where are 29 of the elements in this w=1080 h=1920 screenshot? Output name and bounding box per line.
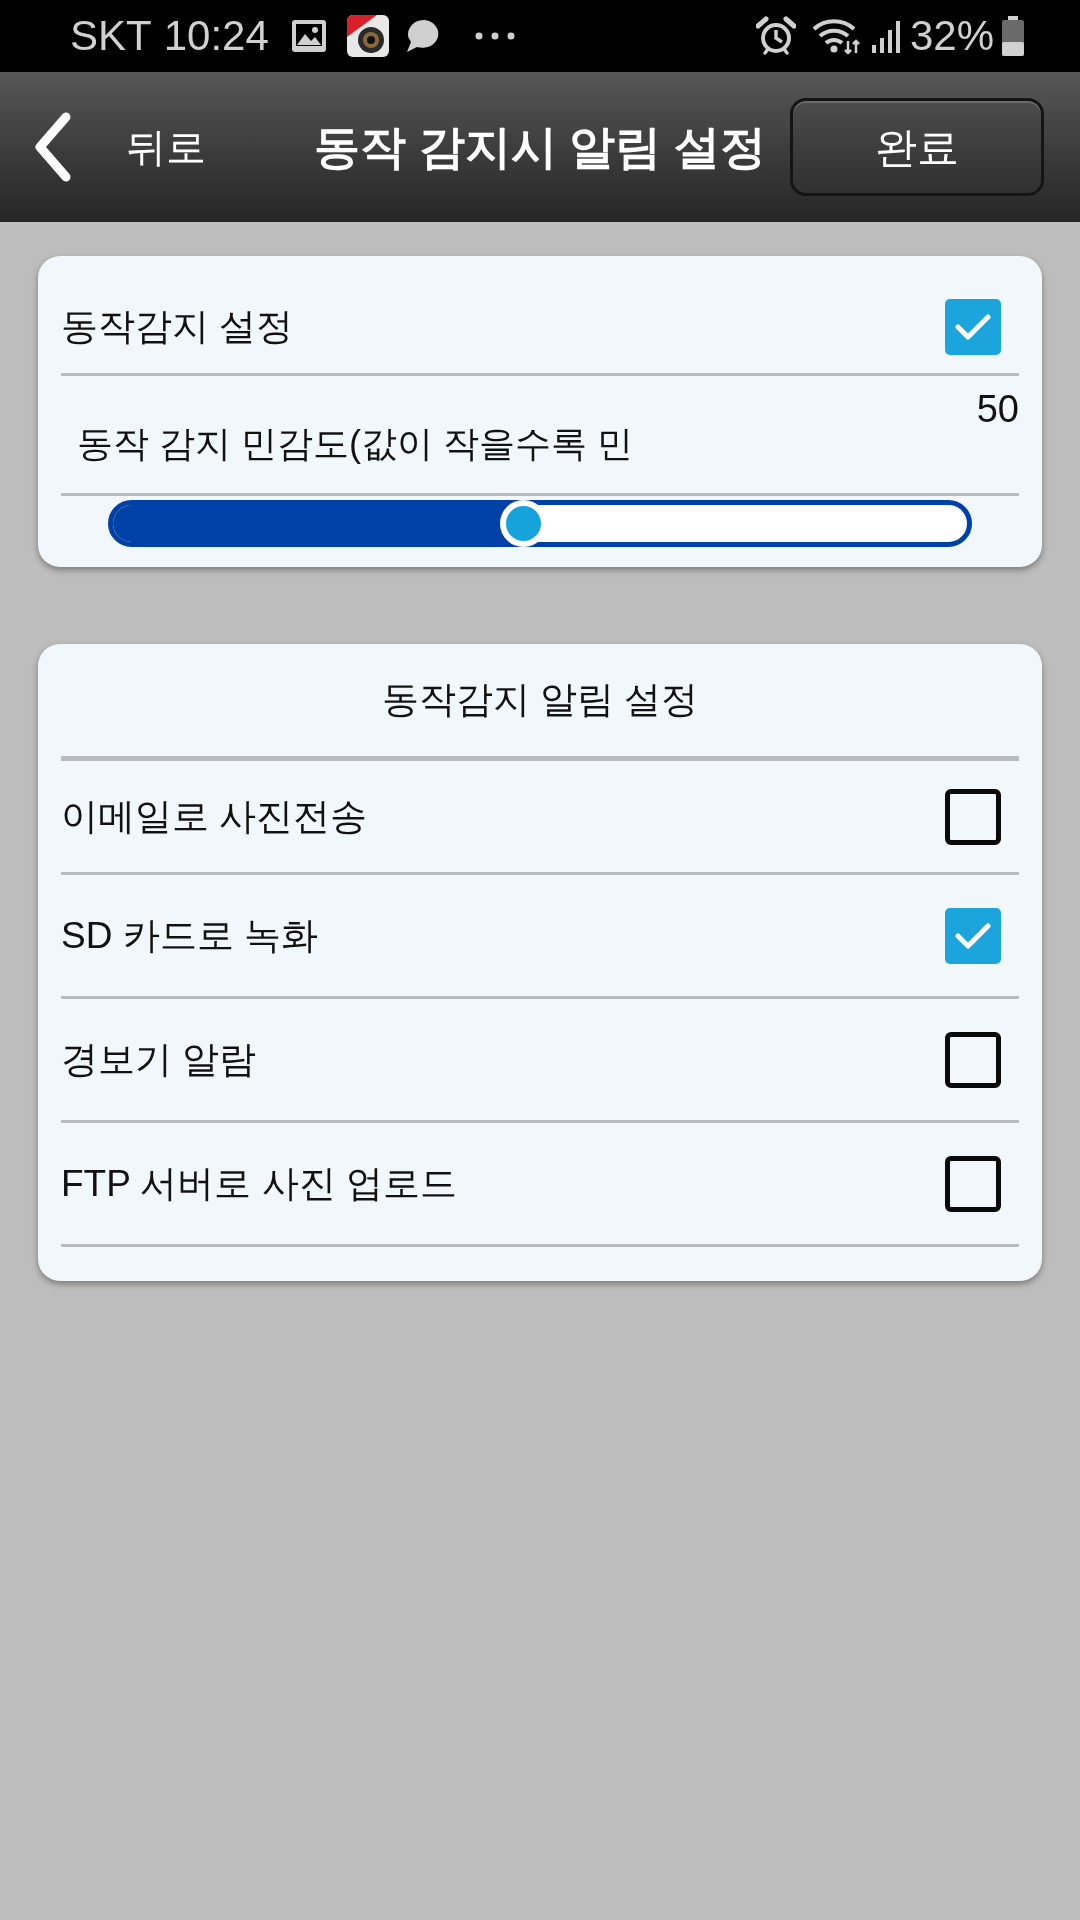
signal-icon [871,19,900,53]
page-title: 동작 감지시 알림 설정 [313,119,767,175]
alarm-icon [755,16,796,56]
checkbox[interactable] [945,1155,1001,1212]
checkbox[interactable] [945,298,1001,355]
section-title: 동작감지 알림 설정 [381,678,699,723]
slider-track[interactable] [108,500,972,547]
option-label: 이메일로 사진전송 [61,794,368,839]
option-label: FTP 서버로 사진 업로드 [61,1161,458,1206]
image-icon [290,19,327,53]
battery-icon [1002,16,1024,56]
option-label: 동작감지 설정 [61,304,294,349]
carrier-text: SKT [70,15,152,57]
check-icon [955,921,991,950]
checkbox[interactable] [945,1031,1001,1088]
wifi-icon [811,17,860,55]
check-icon [955,312,991,341]
option-label: 경보기 알람 [61,1037,257,1082]
sensitivity-label: 동작 감지 민감도(값이 작을수록 민 [77,422,633,466]
checkbox[interactable] [945,788,1001,845]
clock-text: 10:24 [163,15,269,57]
option-label: SD 카드로 녹화 [61,913,318,958]
back-button[interactable]: 뒤로 [30,97,206,197]
camera-app-icon [346,15,389,57]
more-dots-icon [474,32,515,40]
checkbox[interactable] [945,907,1001,964]
sensitivity-reading: 50 [976,390,1019,428]
battery-percent-text: 32% [909,15,994,57]
done-button[interactable]: 완료 [790,98,1044,196]
